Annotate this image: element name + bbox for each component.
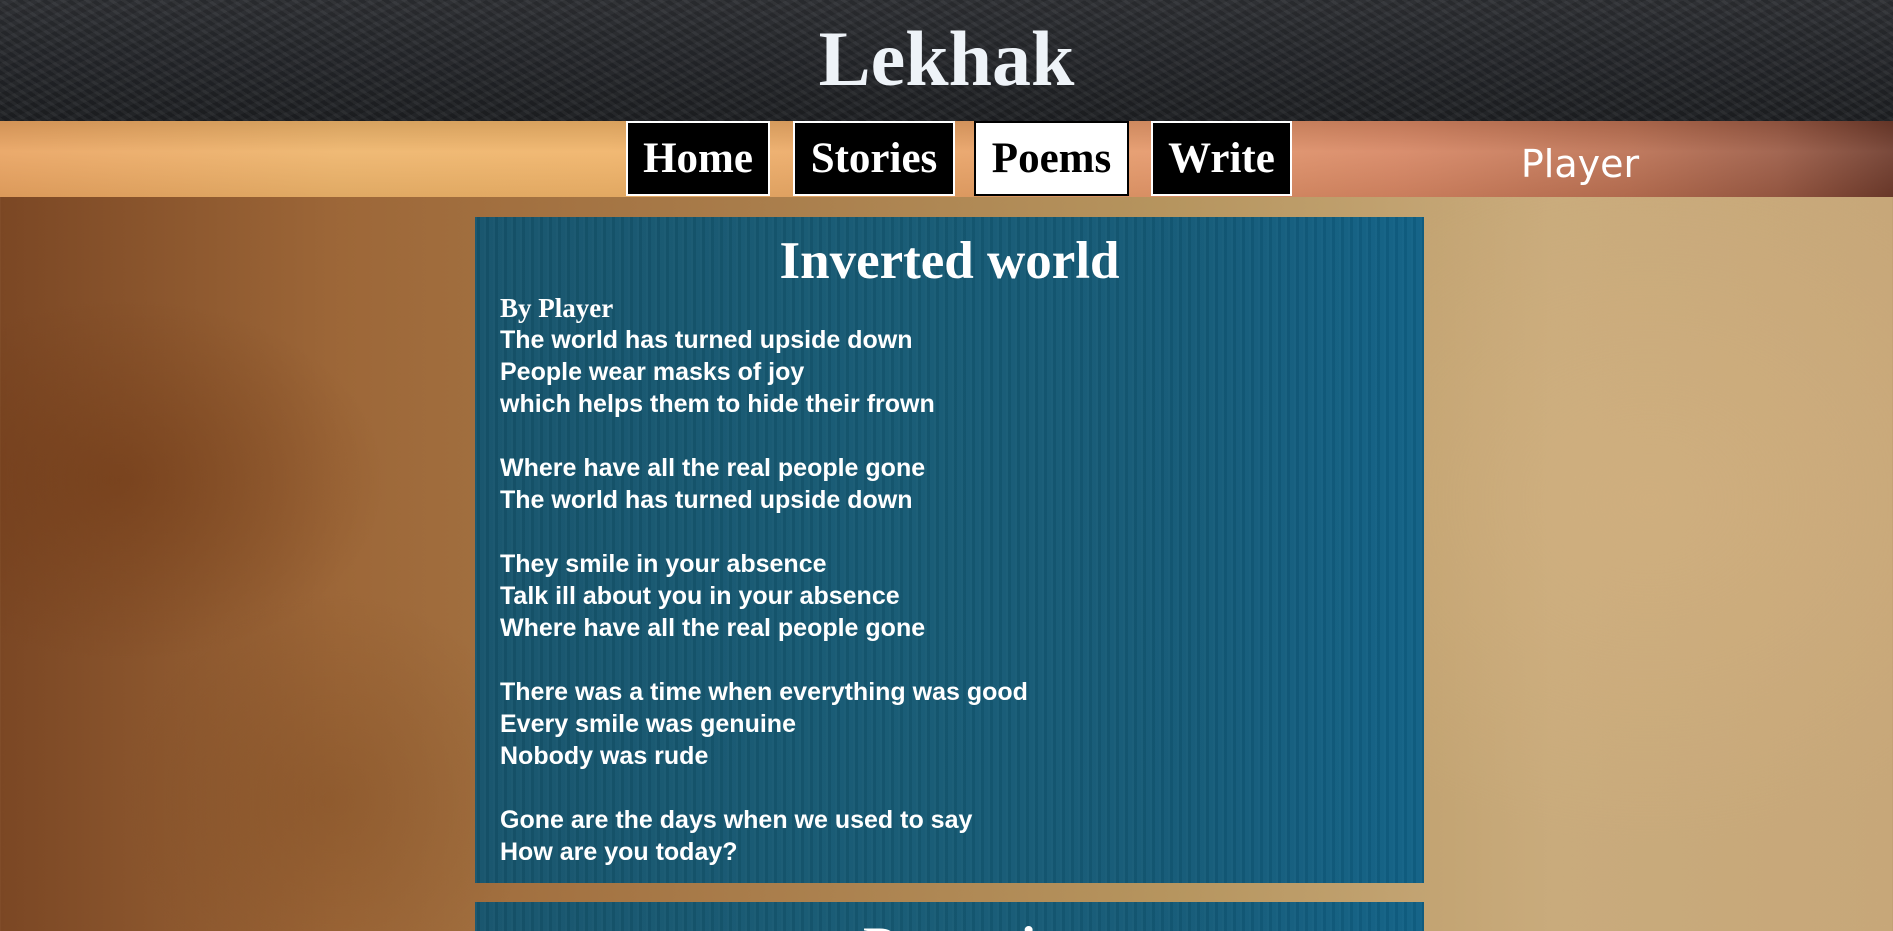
stanza-gap xyxy=(500,516,1424,548)
site-title: Lekhak xyxy=(818,15,1075,102)
nav-poems-button[interactable]: Poems xyxy=(974,121,1129,196)
poem-line: Gone are the days when we used to say xyxy=(500,806,973,834)
poem-line: Every smile was genuine xyxy=(500,710,796,738)
poem-title: Pareeni xyxy=(475,902,1424,931)
nav-bar: Home Stories Poems Write Player xyxy=(0,121,1893,197)
poem-line: There was a time when everything was goo… xyxy=(500,678,1028,706)
nav-write-button[interactable]: Write xyxy=(1151,121,1292,196)
poem-card: Pareeni xyxy=(475,902,1424,931)
stanza-gap xyxy=(500,420,1424,452)
poem-line: How are you today? xyxy=(500,838,738,866)
stanza-gap xyxy=(500,644,1424,676)
poem-line: They smile in your absence xyxy=(500,550,827,578)
poem-line: The world has turned upside down xyxy=(500,326,913,354)
poem-card: Inverted world By Player The world has t… xyxy=(475,217,1424,883)
poem-line: Where have all the real people gone xyxy=(500,454,926,482)
nav-stories-button[interactable]: Stories xyxy=(793,121,955,196)
user-name-link[interactable]: Player xyxy=(1470,141,1690,187)
poem-line: Where have all the real people gone xyxy=(500,614,926,642)
poem-title: Inverted world xyxy=(779,232,1120,290)
poem-line: which helps them to hide their frown xyxy=(500,390,935,418)
stanza-gap xyxy=(500,772,1424,804)
poem-author: By Player xyxy=(500,293,614,323)
nav-home-button[interactable]: Home xyxy=(626,121,770,196)
poem-body: The world has turned upside down People … xyxy=(475,324,1424,868)
poem-line: People wear masks of joy xyxy=(500,358,805,386)
poem-line: The world has turned upside down xyxy=(500,486,913,514)
poem-line: Nobody was rude xyxy=(500,742,709,770)
poem-line: Talk ill about you in your absence xyxy=(500,582,900,610)
site-header: Lekhak xyxy=(0,0,1893,121)
